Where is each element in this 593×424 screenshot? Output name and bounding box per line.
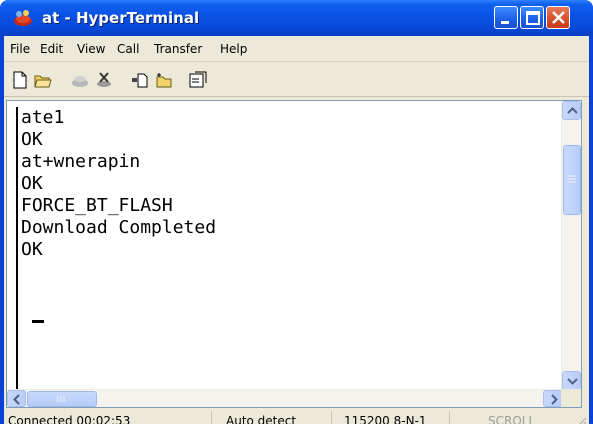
- new-connection-icon[interactable]: [11, 71, 29, 89]
- close-icon: [552, 11, 565, 24]
- menu-call[interactable]: Call: [117, 42, 139, 56]
- vertical-scroll-thumb[interactable]: [563, 145, 581, 215]
- vertical-scrollbar[interactable]: [561, 101, 581, 391]
- menu-bar: File Edit View Call Transfer Help: [4, 36, 589, 62]
- terminal-output: ate1 OK at+wnerapin OK FORCE_BT_FLASH Do…: [16, 107, 536, 339]
- status-port-settings: 115200 8-N-1: [344, 411, 450, 424]
- terminal-line: ate1: [21, 107, 65, 128]
- chevron-left-icon: [13, 394, 20, 405]
- hyperterminal-app-icon[interactable]: [13, 9, 33, 27]
- scroll-right-button[interactable]: [543, 390, 562, 407]
- menu-help[interactable]: Help: [220, 42, 247, 56]
- terminal-line: at+wnerapin: [21, 151, 141, 172]
- menu-view[interactable]: View: [77, 42, 105, 56]
- window-title: at - HyperTerminal: [42, 9, 200, 27]
- disconnect-icon[interactable]: [95, 71, 113, 89]
- properties-icon[interactable]: [189, 71, 207, 89]
- hyperterminal-window: at - HyperTerminal File Edit View Call T…: [0, 0, 593, 424]
- terminal-line: FORCE_BT_FLASH: [21, 195, 173, 216]
- chevron-up-icon: [567, 107, 578, 114]
- send-icon[interactable]: [131, 71, 149, 89]
- menu-transfer[interactable]: Transfer: [154, 42, 202, 56]
- minimize-icon: [501, 21, 509, 24]
- dial-icon[interactable]: [71, 71, 89, 89]
- horizontal-scrollbar[interactable]: [7, 389, 563, 407]
- status-scroll: SCROLL: [488, 414, 536, 424]
- maximize-icon: [526, 11, 540, 25]
- client-area: File Edit View Call Transfer Help ate1 O…: [4, 36, 589, 424]
- menu-edit[interactable]: Edit: [40, 42, 63, 56]
- close-button[interactable]: [546, 6, 570, 29]
- terminal-line: OK: [21, 239, 43, 260]
- minimize-button[interactable]: [494, 6, 518, 29]
- horizontal-scroll-thumb[interactable]: [27, 391, 97, 407]
- status-connection-time: Connected 00:02:53: [6, 411, 212, 424]
- scroll-left-button[interactable]: [7, 390, 26, 407]
- status-bar: Connected 00:02:53 Auto detect 115200 8-…: [4, 409, 589, 424]
- maximize-button[interactable]: [520, 6, 544, 29]
- status-auto-detect: Auto detect: [226, 411, 332, 424]
- terminal-line: OK: [21, 173, 43, 194]
- scrollbar-corner: [561, 389, 581, 407]
- text-cursor: [32, 320, 44, 323]
- open-icon[interactable]: [34, 71, 52, 89]
- menu-file[interactable]: File: [10, 42, 30, 56]
- title-bar[interactable]: at - HyperTerminal: [0, 0, 593, 36]
- receive-icon[interactable]: [155, 71, 173, 89]
- resize-grip-icon[interactable]: [573, 415, 587, 424]
- terminal-line: OK: [21, 129, 43, 150]
- scroll-up-button[interactable]: [562, 101, 581, 120]
- scroll-down-button[interactable]: [562, 371, 581, 390]
- terminal-line: Download Completed: [21, 217, 217, 238]
- terminal-pane[interactable]: ate1 OK at+wnerapin OK FORCE_BT_FLASH Do…: [6, 100, 582, 408]
- toolbar: [4, 63, 589, 97]
